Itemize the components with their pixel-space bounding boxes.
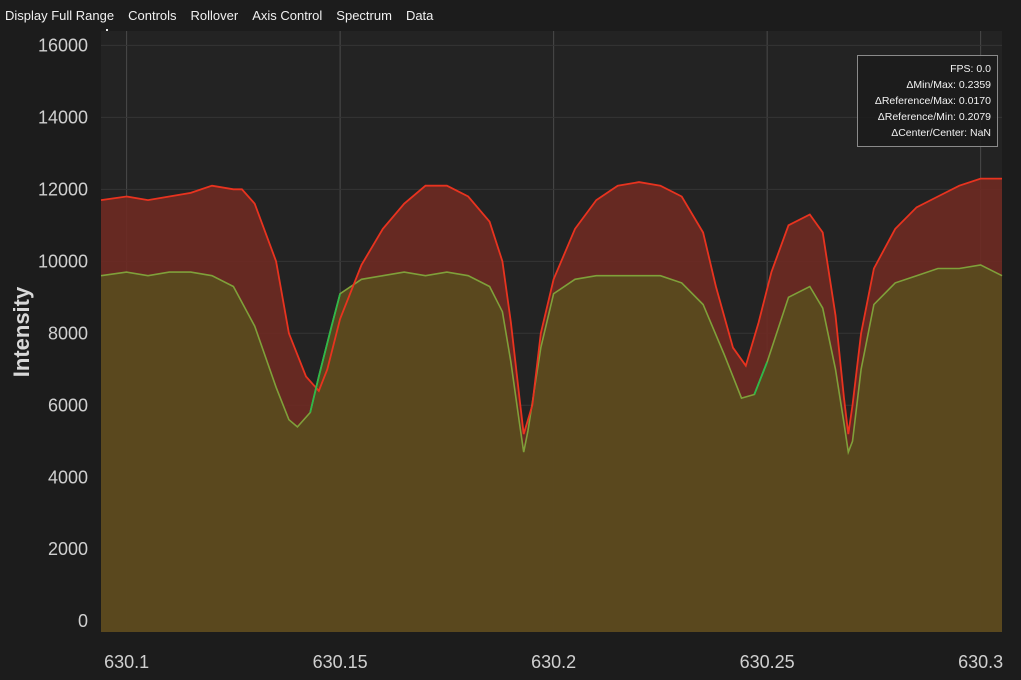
x-tick-label: 630.3	[958, 652, 1003, 672]
x-tick-label: 630.15	[313, 652, 368, 672]
stat-delta-center-center: ΔCenter/Center: NaN	[891, 127, 991, 139]
y-tick-label: 6000	[48, 395, 88, 415]
stats-overlay: FPS: 0.0 ΔMin/Max: 0.2359 ΔReference/Max…	[857, 55, 998, 147]
y-tick-label: 8000	[48, 323, 88, 343]
y-axis-label: Intensity	[9, 286, 34, 377]
stat-fps: FPS: 0.0	[950, 63, 991, 75]
x-tick-label: 630.1	[104, 652, 149, 672]
y-tick-label: 10000	[38, 251, 88, 271]
y-tick-label: 16000	[38, 35, 88, 55]
y-axis-ticks: 0 2000 4000 6000 8000 10000 12000 14000 16000	[38, 35, 88, 631]
stat-delta-reference-min: ΔReference/Min: 0.2079	[877, 111, 991, 123]
y-tick-label: 12000	[38, 179, 88, 199]
x-axis-ticks: 630.1 630.15 630.2 630.25 630.3	[104, 652, 1003, 672]
y-tick-label: 14000	[38, 107, 88, 127]
stat-delta-min-max: ΔMin/Max: 0.2359	[906, 79, 991, 91]
y-tick-label: 4000	[48, 467, 88, 487]
y-tick-label: 2000	[48, 539, 88, 559]
x-tick-label: 630.2	[531, 652, 576, 672]
x-tick-label: 630.25	[740, 652, 795, 672]
y-tick-label: 0	[78, 611, 88, 631]
stat-delta-reference-max: ΔReference/Max: 0.0170	[874, 95, 991, 107]
